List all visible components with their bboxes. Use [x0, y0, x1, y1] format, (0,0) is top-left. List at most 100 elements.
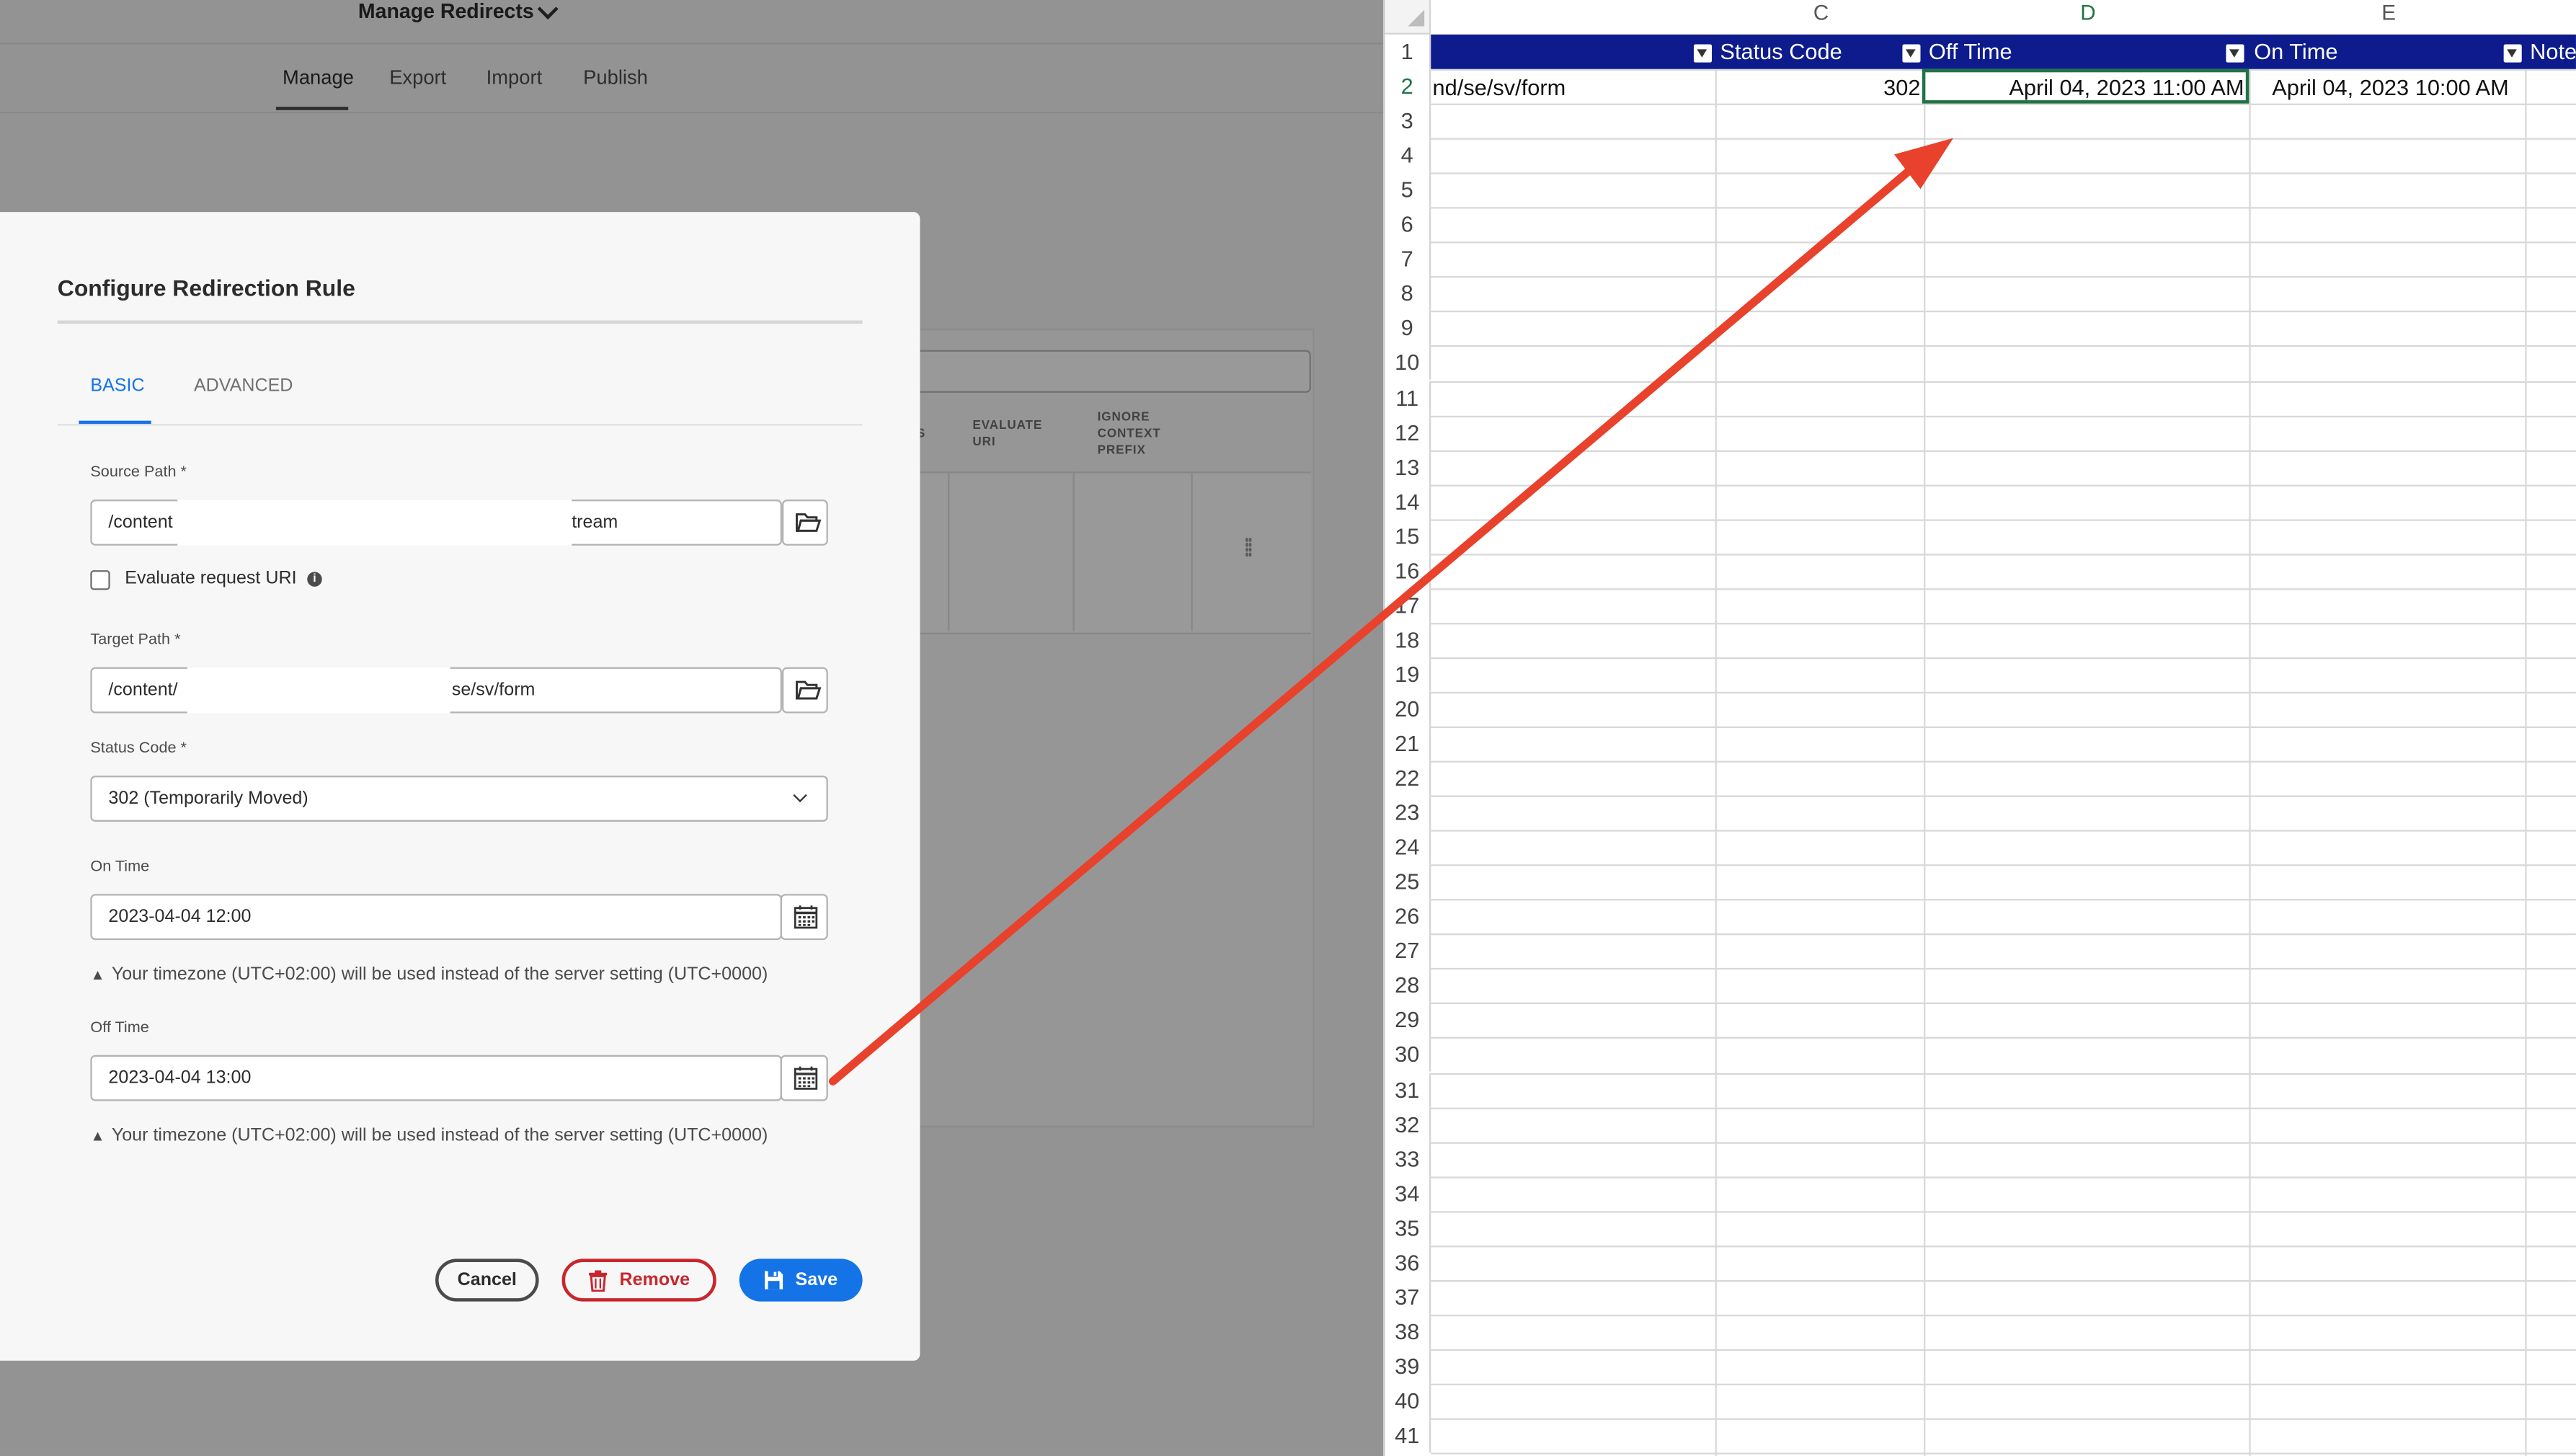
trash-icon: [589, 1269, 608, 1291]
row-header-33[interactable]: 33: [1385, 1141, 1431, 1176]
off-time-calendar-button[interactable]: [780, 1055, 828, 1101]
gridline: [1431, 138, 2576, 141]
row-header-9[interactable]: 9: [1385, 311, 1431, 346]
filter-dropdown-icon[interactable]: [2226, 44, 2244, 63]
row-header-36[interactable]: 36: [1385, 1245, 1431, 1280]
row-header-39[interactable]: 39: [1385, 1349, 1431, 1384]
row-header-12[interactable]: 12: [1385, 414, 1431, 450]
row-header-32[interactable]: 32: [1385, 1106, 1431, 1142]
row-header-18[interactable]: 18: [1385, 622, 1431, 657]
select-all-corner[interactable]: [1385, 0, 1431, 35]
evaluate-request-uri-label[interactable]: Evaluate request URI: [125, 569, 296, 588]
header-cell-b[interactable]: [1431, 35, 1710, 69]
row-header-4[interactable]: 4: [1385, 138, 1431, 173]
on-time-field[interactable]: 2023-04-04 12:00: [90, 894, 782, 941]
row-header-2[interactable]: 2: [1385, 68, 1431, 104]
source-path-value-start: /content: [108, 512, 173, 533]
row-header-22[interactable]: 22: [1385, 760, 1431, 796]
filter-dropdown-icon[interactable]: [1902, 44, 1921, 63]
row-header-24[interactable]: 24: [1385, 830, 1431, 865]
on-time-timezone-warning: ▲ Your timezone (UTC+02:00) will be used …: [90, 964, 768, 984]
row-header-5[interactable]: 5: [1385, 172, 1431, 208]
alert-icon: ▲: [90, 1127, 105, 1144]
row-header-35[interactable]: 35: [1385, 1210, 1431, 1246]
column-header-c[interactable]: C: [1717, 0, 1925, 35]
row-header-1[interactable]: 1: [1385, 34, 1431, 69]
alert-icon: ▲: [90, 966, 105, 983]
row-header-3[interactable]: 3: [1385, 103, 1431, 138]
row-header-16[interactable]: 16: [1385, 553, 1431, 588]
header-cell-note[interactable]: Note: [2530, 35, 2576, 69]
gridline: [1431, 899, 2576, 901]
row-header-34[interactable]: 34: [1385, 1176, 1431, 1211]
cell-b2[interactable]: nd/se/sv/form: [1433, 69, 1566, 104]
gridline: [1431, 414, 2576, 417]
source-path-browse-button[interactable]: [781, 500, 828, 546]
gridline: [1431, 1003, 2576, 1005]
gridline: [1431, 657, 2576, 659]
cell-e2[interactable]: April 04, 2023 10:00 AM: [2272, 69, 2508, 104]
gridline: [1431, 726, 2576, 728]
row-header-11[interactable]: 11: [1385, 380, 1431, 415]
header-cell-status-code[interactable]: Status Code: [1720, 35, 1901, 69]
gridline: [1431, 311, 2576, 314]
header-cell-off-time[interactable]: Off Time: [1929, 35, 2224, 69]
gridline: [1431, 484, 2576, 487]
gridline: [1431, 691, 2576, 693]
column-header-d[interactable]: D: [1925, 0, 2250, 35]
row-header-31[interactable]: 31: [1385, 1072, 1431, 1107]
row-header-23[interactable]: 23: [1385, 795, 1431, 830]
row-header-20[interactable]: 20: [1385, 691, 1431, 727]
evaluate-request-uri-checkbox[interactable]: [90, 570, 110, 590]
target-path-field[interactable]: /content/ se/sv/form: [90, 667, 782, 714]
info-icon[interactable]: i: [307, 572, 322, 587]
gridline: [1431, 1176, 2576, 1178]
redacted-text: [177, 500, 572, 546]
remove-button[interactable]: Remove: [561, 1259, 716, 1302]
cancel-button[interactable]: Cancel: [435, 1259, 539, 1302]
selected-cell-d2[interactable]: [1922, 68, 2249, 104]
row-header-6[interactable]: 6: [1385, 207, 1431, 242]
gridline: [2249, 34, 2251, 1456]
cell-c2[interactable]: 302: [1717, 69, 1920, 104]
filter-dropdown-icon[interactable]: [1693, 44, 1713, 63]
target-path-browse-button[interactable]: [781, 667, 828, 714]
on-time-calendar-button[interactable]: [780, 894, 828, 941]
row-header-15[interactable]: 15: [1385, 518, 1431, 554]
target-path-value-start: /content/: [108, 680, 178, 701]
target-path-label: Target Path *: [90, 631, 181, 649]
gridline: [1431, 449, 2576, 452]
row-header-26[interactable]: 26: [1385, 899, 1431, 934]
filter-dropdown-icon[interactable]: [2503, 44, 2522, 63]
row-header-29[interactable]: 29: [1385, 1003, 1431, 1038]
row-header-37[interactable]: 37: [1385, 1279, 1431, 1315]
on-time-label: On Time: [90, 858, 150, 876]
column-header-e[interactable]: E: [2251, 0, 2527, 35]
row-header-13[interactable]: 13: [1385, 449, 1431, 484]
row-header-27[interactable]: 27: [1385, 933, 1431, 969]
tab-basic[interactable]: BASIC: [90, 376, 144, 396]
row-header-14[interactable]: 14: [1385, 484, 1431, 519]
redacted-text: [187, 667, 450, 714]
row-header-30[interactable]: 30: [1385, 1037, 1431, 1073]
save-button[interactable]: Save: [739, 1259, 863, 1302]
row-header-17[interactable]: 17: [1385, 587, 1431, 623]
off-time-field[interactable]: 2023-04-04 13:00: [90, 1055, 782, 1101]
timezone-note: Your timezone (UTC+02:00) will be used i…: [111, 964, 768, 985]
row-header-28[interactable]: 28: [1385, 968, 1431, 1003]
tab-advanced[interactable]: ADVANCED: [194, 376, 293, 396]
row-header-40[interactable]: 40: [1385, 1383, 1431, 1419]
row-header-21[interactable]: 21: [1385, 726, 1431, 761]
row-header-41[interactable]: 41: [1385, 1418, 1431, 1453]
row-header-19[interactable]: 19: [1385, 657, 1431, 692]
row-header-10[interactable]: 10: [1385, 345, 1431, 381]
row-header-25[interactable]: 25: [1385, 864, 1431, 900]
status-code-select[interactable]: 302 (Temporarily Moved): [90, 776, 828, 822]
row-header-38[interactable]: 38: [1385, 1314, 1431, 1349]
header-cell-on-time[interactable]: On Time: [2254, 35, 2500, 69]
gridline: [1431, 518, 2576, 521]
source-path-field[interactable]: /content tream: [90, 500, 782, 546]
row-header-7[interactable]: 7: [1385, 241, 1431, 277]
row-header-8[interactable]: 8: [1385, 276, 1431, 311]
gridline: [1431, 864, 2576, 866]
